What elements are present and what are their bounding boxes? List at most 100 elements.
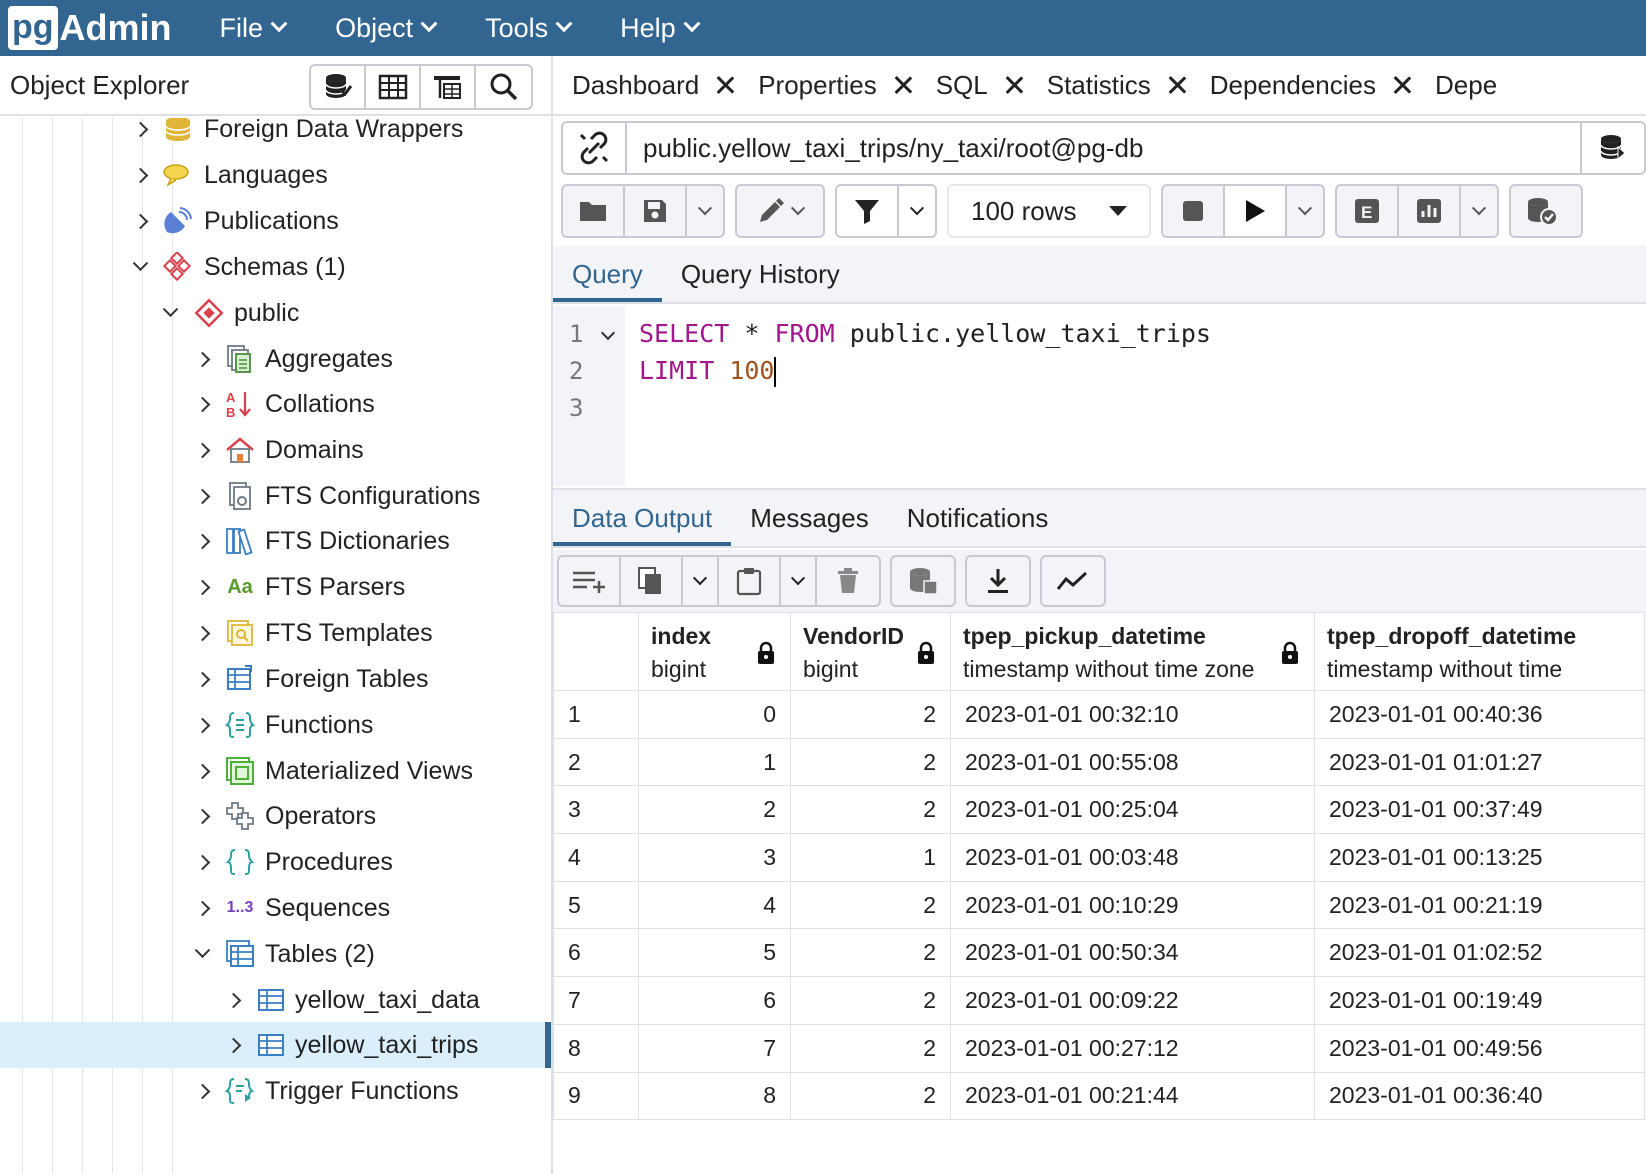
menu-help[interactable]: Help (620, 13, 701, 44)
close-icon[interactable] (715, 75, 735, 95)
expand-toggle[interactable] (192, 715, 212, 735)
table-row[interactable]: 6 5 2 2023-01-01 00:50:34 2023-01-01 01:02:5… (553, 928, 1645, 978)
save-button[interactable] (625, 186, 687, 236)
table-cell[interactable]: 2 (790, 785, 951, 835)
table-cell[interactable]: 6 (638, 976, 791, 1025)
explain-analyze-button[interactable] (1399, 186, 1461, 236)
table-cell[interactable]: 1 (790, 833, 951, 882)
row-number-cell[interactable]: 5 (553, 880, 639, 930)
table-cell[interactable]: 2 (790, 976, 951, 1025)
filter-options-button[interactable] (899, 186, 935, 236)
expand-toggle[interactable] (223, 1035, 243, 1055)
close-icon[interactable] (1004, 75, 1024, 95)
open-file-button[interactable] (563, 186, 625, 236)
table-cell[interactable]: 2 (790, 690, 951, 739)
expand-toggle[interactable] (192, 898, 212, 918)
table-cell[interactable]: 2 (790, 1023, 951, 1073)
tree-item-materialized-views[interactable]: Materialized Views (0, 748, 551, 794)
tree-item-languages[interactable]: Languages (0, 152, 551, 198)
table-row[interactable]: 8 7 2 2023-01-01 00:27:12 2023-01-01 00:49:5… (553, 1023, 1645, 1073)
execute-button[interactable] (1225, 186, 1287, 236)
expand-toggle[interactable] (192, 486, 212, 506)
filter-button[interactable] (837, 186, 899, 236)
menu-tools[interactable]: Tools (485, 13, 573, 44)
close-icon[interactable] (1392, 75, 1412, 95)
row-number-cell[interactable]: 3 (553, 785, 639, 835)
table-cell[interactable]: 2023-01-01 00:40:36 (1314, 690, 1645, 739)
row-number-cell[interactable]: 7 (553, 976, 639, 1025)
tab-query-history[interactable]: Query History (662, 259, 859, 302)
table-cell[interactable]: 2023-01-01 00:09:22 (950, 976, 1315, 1025)
expand-toggle[interactable] (130, 119, 150, 139)
column-header-tpep-dropoff-datetime[interactable]: tpep_dropoff_datetime timestamp without t… (1314, 612, 1645, 691)
save-data-button[interactable] (892, 557, 954, 605)
menu-object[interactable]: Object (335, 13, 438, 44)
tree-item-tables[interactable]: Tables (2) (0, 931, 551, 977)
table-cell[interactable]: 8 (638, 1071, 791, 1121)
column-header-index[interactable]: index bigint (638, 612, 791, 691)
table-row[interactable]: 9 8 2 2023-01-01 00:21:44 2023-01-01 00:36:4… (553, 1071, 1645, 1121)
row-number-header[interactable] (553, 612, 639, 691)
table-cell[interactable]: 2023-01-01 00:32:10 (950, 690, 1315, 739)
table-row[interactable]: 4 3 1 2023-01-01 00:03:48 2023-01-01 00:13:2… (553, 833, 1645, 882)
fold-chevron-icon[interactable] (600, 325, 616, 341)
expand-toggle[interactable] (192, 394, 212, 414)
rows-limit-select[interactable]: 100 rows (947, 184, 1151, 238)
menu-file[interactable]: File (220, 13, 288, 44)
row-number-cell[interactable]: 9 (553, 1071, 639, 1121)
table-row[interactable]: 5 4 2 2023-01-01 00:10:29 2023-01-01 00:21:1… (553, 880, 1645, 930)
expand-toggle[interactable] (192, 669, 212, 689)
table-cell[interactable]: 2023-01-01 01:02:52 (1314, 928, 1645, 978)
tree-item-fts-parsers[interactable]: Aa FTS Parsers (0, 564, 551, 610)
table-row[interactable]: 7 6 2 2023-01-01 00:09:22 2023-01-01 00:19:4… (553, 976, 1645, 1025)
tab-statistics[interactable]: Statistics (1047, 70, 1187, 101)
tree-item-publications[interactable]: Publications (0, 198, 551, 244)
add-row-button[interactable] (559, 557, 621, 605)
save-options-button[interactable] (687, 186, 723, 236)
table-cell[interactable]: 4 (638, 880, 791, 930)
search-icon[interactable] (476, 66, 531, 108)
tree-item-yellow-taxi-trips[interactable]: yellow_taxi_trips (0, 1022, 551, 1068)
table-cell[interactable]: 2023-01-01 00:49:56 (1314, 1023, 1645, 1073)
expand-toggle[interactable] (223, 990, 243, 1010)
connection-string[interactable]: public.yellow_taxi_trips/ny_taxi/root@pg… (643, 133, 1580, 164)
table-cell[interactable]: 2 (790, 880, 951, 930)
table-cell[interactable]: 2023-01-01 00:37:49 (1314, 785, 1645, 835)
tab-messages[interactable]: Messages (731, 503, 888, 546)
tree-item-fts-dictionaries[interactable]: FTS Dictionaries (0, 518, 551, 564)
expand-toggle[interactable] (192, 761, 212, 781)
tab-notifications[interactable]: Notifications (888, 503, 1068, 546)
table-cell[interactable]: 2 (790, 737, 951, 787)
table-cell[interactable]: 2023-01-01 00:13:25 (1314, 833, 1645, 882)
edit-button[interactable] (737, 186, 823, 236)
expand-toggle[interactable] (192, 349, 212, 369)
tab-dependents[interactable]: Depe (1435, 70, 1497, 101)
table-cell[interactable]: 7 (638, 1023, 791, 1073)
expand-toggle[interactable] (192, 623, 212, 643)
close-icon[interactable] (1167, 75, 1187, 95)
table-cell[interactable]: 2023-01-01 00:50:34 (950, 928, 1315, 978)
table-cell[interactable]: 5 (638, 928, 791, 978)
table-cell[interactable]: 2023-01-01 00:21:19 (1314, 880, 1645, 930)
query-tool-icon[interactable] (421, 66, 476, 108)
table-cell[interactable]: 2 (790, 928, 951, 978)
table-cell[interactable]: 2023-01-01 00:27:12 (950, 1023, 1315, 1073)
column-header-vendorid[interactable]: VendorID bigint (790, 612, 951, 691)
stop-button[interactable] (1163, 186, 1225, 236)
table-cell[interactable]: 3 (638, 833, 791, 882)
table-cell[interactable]: 2023-01-01 00:19:49 (1314, 976, 1645, 1025)
tree-item-trigger-functions[interactable]: Trigger Functions (0, 1068, 551, 1114)
table-cell[interactable]: 1 (638, 737, 791, 787)
expand-toggle[interactable] (192, 531, 212, 551)
copy-button[interactable] (621, 557, 683, 605)
tab-properties[interactable]: Properties (758, 70, 913, 101)
tree-item-collations[interactable]: AB Collations (0, 381, 551, 427)
tree-item-aggregates[interactable]: Aggregates (0, 336, 551, 382)
table-cell[interactable]: 2 (638, 785, 791, 835)
tree-item-public[interactable]: public (0, 290, 551, 336)
database-icon[interactable] (311, 66, 366, 108)
table-cell[interactable]: 2023-01-01 00:03:48 (950, 833, 1315, 882)
table-row[interactable]: 2 1 2 2023-01-01 00:55:08 2023-01-01 01:01:2… (553, 737, 1645, 787)
tree-item-foreign-data-wrappers[interactable]: Foreign Data Wrappers (0, 118, 551, 152)
tab-dependencies[interactable]: Dependencies (1210, 70, 1412, 101)
